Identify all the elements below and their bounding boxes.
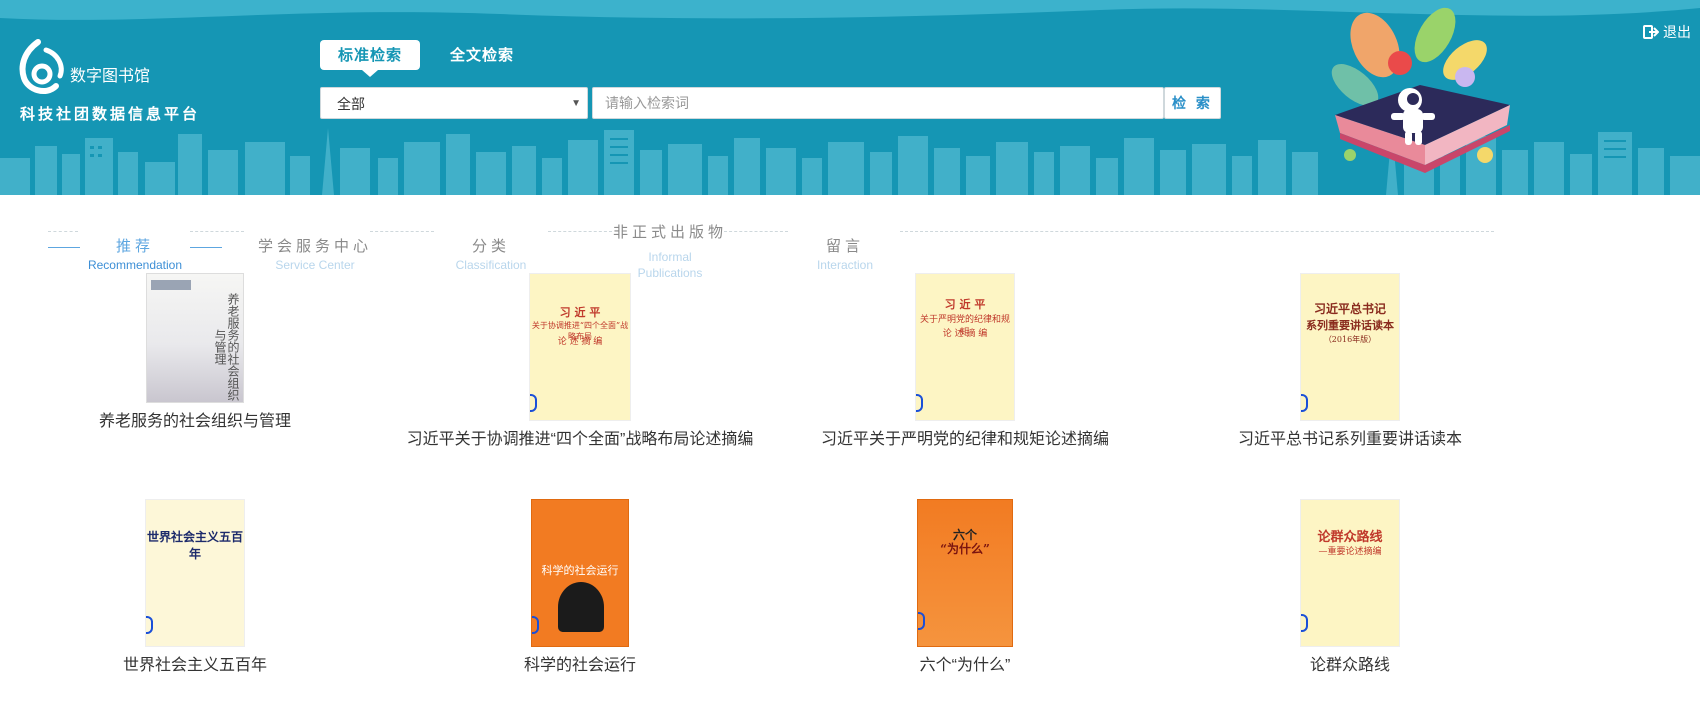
nav-item-sublabel: Interaction [816, 258, 874, 272]
nav-item-label: 分类 [471, 237, 510, 255]
search-scope-value: 全部 [337, 96, 365, 112]
nav-item-classification[interactable]: 分类 Classification [436, 236, 546, 272]
bookmark-clip-icon [916, 394, 923, 412]
bookmark-clip-icon [1301, 394, 1308, 412]
nav-item-sublabel: Recommendation [87, 258, 183, 272]
book-title: 习近平关于严明党的纪律和规矩论述摘编 [820, 431, 1109, 448]
book-card[interactable]: 习 近 平 关于严明党的纪律和规矩 论 述 摘 编 习近平关于严明党的纪律和规矩… [770, 273, 1160, 450]
nav-active-underline [48, 247, 80, 248]
nav-divider [900, 231, 1494, 232]
book-title: 六个“为什么” [919, 657, 1011, 674]
nav-item-sublabel: Classification [455, 258, 527, 272]
search-scope-select[interactable]: 全部 ▼ [320, 87, 588, 119]
cover-publisher-band [151, 280, 191, 290]
cover-title-text: 习 近 平 [944, 298, 986, 311]
book-card[interactable]: 科学的社会运行 科学的社会运行 [385, 499, 775, 676]
cover-title-text: 科学的社会运行 [541, 564, 619, 577]
book-cover: 六个 “为什么” [917, 499, 1013, 647]
book-cover: 习 近 平 关于协调推进“四个全面”战略布局 论 述 摘 编 [529, 273, 631, 421]
logout-button[interactable]: 退出 [1643, 22, 1691, 42]
cover-title-text: 系列重要讲话读本 [1306, 319, 1394, 332]
book-card[interactable]: 习 近 平 关于协调推进“四个全面”战略布局 论 述 摘 编 习近平关于协调推进… [385, 273, 775, 450]
platform-name: 科技社团数据信息平台 [20, 105, 201, 123]
book-card[interactable]: 世界社会主义五百年 世界社会主义五百年 [0, 499, 390, 676]
book-title: 世界社会主义五百年 [122, 657, 267, 674]
book-cover: 养老服务的社会组织与管理 [146, 273, 244, 403]
nav-item-sublabel: Service Center [275, 258, 355, 272]
bookmark-clip-icon [1301, 614, 1308, 632]
nav-divider [48, 231, 78, 232]
cover-title-text: 养老服务的社会组织与管理 [213, 293, 240, 401]
book-title: 科学的社会运行 [523, 657, 636, 674]
book-title: 论群众路线 [1309, 657, 1390, 674]
nav-item-service-center[interactable]: 学会服务中心 Service Center [250, 236, 380, 272]
bookmark-clip-icon [918, 612, 925, 630]
cover-title-text: 论群众路线 [1317, 530, 1383, 545]
nav-active-underline [190, 247, 222, 248]
cover-title-text: 习 近 平 [559, 306, 601, 319]
book-card[interactable]: 论群众路线 —重要论述摘编 论群众路线 [1155, 499, 1545, 676]
nav-item-label: 学会服务中心 [257, 237, 372, 255]
tab-fulltext-search[interactable]: 全文检索 [450, 40, 530, 70]
book-card[interactable]: 养老服务的社会组织与管理 养老服务的社会组织与管理 [0, 273, 390, 432]
nav-divider [370, 231, 434, 232]
dropdown-caret-icon: ▼ [571, 98, 581, 109]
cover-title-text: “为什么” [940, 542, 990, 556]
nav-item-label: 推荐 [115, 237, 154, 255]
book-title: 养老服务的社会组织与管理 [98, 413, 291, 430]
library-logo-icon [19, 39, 64, 95]
nav-divider [548, 231, 612, 232]
nav-item-label: 留言 [825, 237, 864, 255]
book-cover: 世界社会主义五百年 [145, 499, 245, 647]
book-cover: 论群众路线 —重要论述摘编 [1300, 499, 1400, 647]
library-name: 数字图书馆 [70, 66, 151, 85]
cover-photo [558, 582, 604, 632]
nav-divider [724, 231, 788, 232]
nav-item-informal-publications[interactable]: 非正式出版物 Informal Publications [610, 222, 730, 280]
cover-title-text: 论 述 摘 编 [942, 329, 988, 339]
astronaut-book-illustration [1331, 7, 1510, 173]
cover-title-text: 习近平总书记 [1313, 302, 1386, 316]
nav-item-interaction[interactable]: 留言 Interaction [795, 236, 895, 272]
bookmark-clip-icon [532, 616, 539, 634]
cover-title-text: 论 述 摘 编 [557, 337, 603, 347]
nav-item-sublabel: Informal [648, 250, 692, 264]
book-card[interactable]: 六个 “为什么” 六个“为什么” [770, 499, 1160, 676]
cover-title-text: 世界社会主义五百年 [146, 530, 243, 561]
nav-divider [190, 231, 244, 232]
nav-item-label: 非正式出版物 [612, 223, 727, 241]
logout-icon [1643, 25, 1659, 39]
book-title: 习近平关于协调推进“四个全面”战略布局论述摘编 [406, 431, 754, 448]
bookmark-clip-icon [146, 616, 153, 634]
bookmark-clip-icon [530, 394, 537, 412]
book-cover: 科学的社会运行 [531, 499, 629, 647]
book-cover: 习 近 平 关于严明党的纪律和规矩 论 述 摘 编 [915, 273, 1015, 421]
nav-item-recommendation[interactable]: 推荐 Recommendation [80, 236, 190, 272]
book-title: 习近平总书记系列重要讲话读本 [1237, 431, 1462, 448]
logout-label: 退出 [1663, 24, 1691, 40]
tab-standard-search[interactable]: 标准检索 [320, 40, 420, 77]
search-input[interactable] [592, 87, 1164, 119]
search-button[interactable]: 检 索 [1164, 87, 1221, 119]
cover-title-text: —重要论述摘编 [1318, 547, 1382, 557]
header-banner: 数字图书馆 科技社团数据信息平台 标准检索 全文检索 全部 ▼ 检 索 退出 [0, 0, 1700, 195]
book-card[interactable]: 习近平总书记 系列重要讲话读本 （2016年版） 习近平总书记系列重要讲话读本 [1155, 273, 1545, 450]
cover-title-text: （2016年版） [1323, 335, 1377, 344]
book-cover: 习近平总书记 系列重要讲话读本 （2016年版） [1300, 273, 1400, 421]
